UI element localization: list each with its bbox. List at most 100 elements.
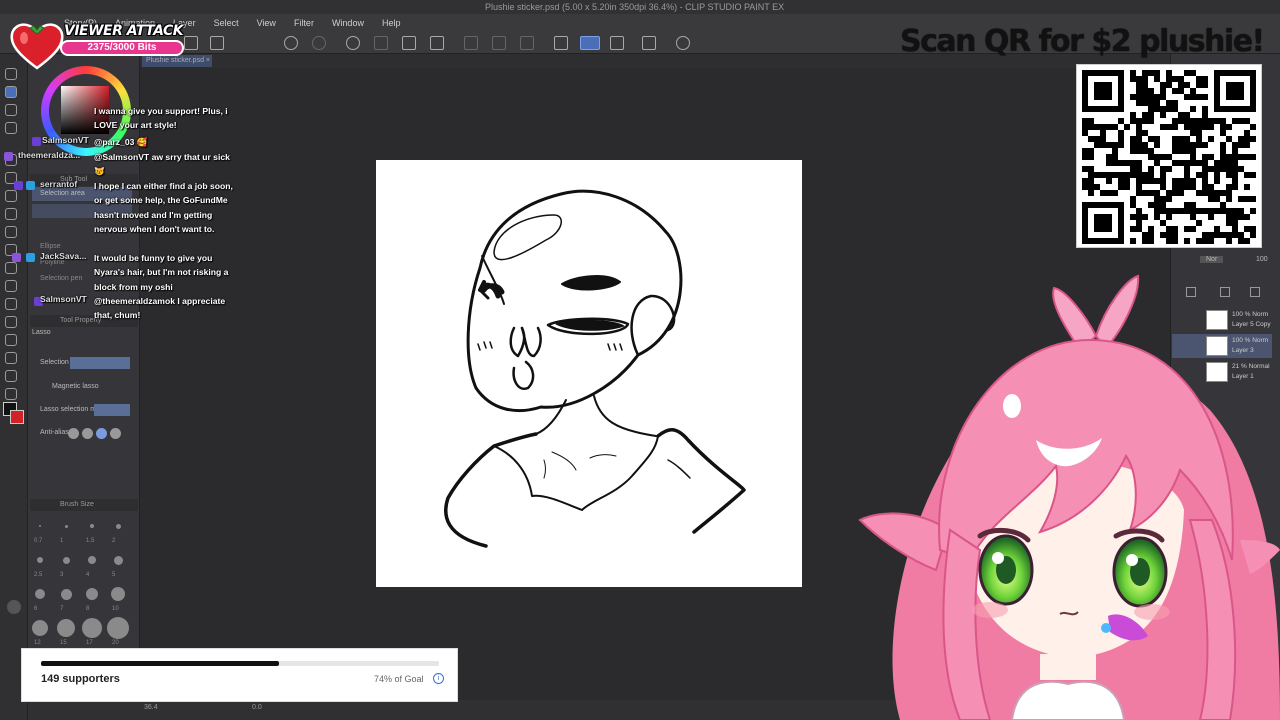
layer-blend-row[interactable]: Nor 100 bbox=[1172, 252, 1278, 268]
viewer-attack-widget: VIEWER ATTACK 2375/3000 Bits bbox=[8, 18, 190, 70]
clear-icon[interactable] bbox=[346, 36, 360, 50]
window-title: Plushie sticker.psd (5.00 x 5.20in 350dp… bbox=[485, 2, 785, 12]
right-toolbar bbox=[1270, 140, 1280, 250]
lasso-mode-buttons[interactable] bbox=[94, 404, 130, 416]
qr-title: Scan QR for $2 plushie! bbox=[900, 24, 1265, 59]
drawing-canvas[interactable] bbox=[376, 160, 802, 587]
chat-message: @SalmsonVT aw srry that ur sick 😿 bbox=[94, 152, 230, 177]
lasso-icon[interactable] bbox=[5, 86, 17, 98]
sub-color-swatch[interactable] bbox=[10, 410, 24, 424]
info-icon[interactable]: i bbox=[433, 673, 444, 684]
chat-badge-icon bbox=[4, 152, 13, 161]
opacity-value[interactable]: 100 bbox=[1256, 256, 1268, 263]
brush-size-swatch[interactable] bbox=[64, 524, 68, 528]
correct-line-icon[interactable] bbox=[5, 334, 17, 346]
brush-size-label: 3 bbox=[60, 572, 64, 578]
avatar-illustration bbox=[858, 274, 1280, 720]
chat-message: I wanna give you support! Plus, i LOVE y… bbox=[94, 106, 228, 131]
brush-size-swatch[interactable] bbox=[88, 556, 96, 564]
screen: Plushie sticker.psd (5.00 x 5.20in 350dp… bbox=[0, 0, 1280, 720]
brush-size-swatch[interactable] bbox=[60, 588, 72, 600]
vtuber-avatar bbox=[840, 270, 1280, 720]
brush-size-label: 2 bbox=[112, 538, 116, 544]
blend-mode-select[interactable]: Nor bbox=[1200, 256, 1224, 263]
angle-readout[interactable]: 0.0 bbox=[252, 704, 262, 711]
brush-size-label: 17 bbox=[86, 640, 93, 646]
chat-message: @theemeraldzamok I appreciate that, chum… bbox=[94, 296, 226, 321]
crop-icon[interactable] bbox=[430, 36, 444, 50]
brush-size-swatch[interactable] bbox=[32, 620, 48, 636]
brush-size-swatch[interactable] bbox=[113, 555, 123, 565]
chat-message: I hope I can either find a job soon, or … bbox=[94, 181, 233, 234]
brush-size-label: 15 bbox=[60, 640, 67, 646]
brush-size-label: 5 bbox=[112, 572, 116, 578]
chat-message: It would be funny to give you Nyara's ha… bbox=[94, 253, 229, 292]
scroll-knob[interactable] bbox=[7, 600, 21, 614]
invert-selection-icon[interactable] bbox=[492, 36, 506, 50]
chat-badge-icon bbox=[26, 181, 35, 190]
goal-progress-bar bbox=[41, 661, 439, 666]
brush-size-swatch[interactable] bbox=[57, 619, 75, 637]
qr-code[interactable] bbox=[1076, 64, 1262, 248]
chat-username: SalmsonVT bbox=[40, 294, 87, 304]
menu-select[interactable]: Select bbox=[214, 18, 239, 28]
lasso-tool-icon[interactable] bbox=[580, 36, 600, 50]
chat-overlay: I wanna give you support! Plus, i LOVE y… bbox=[0, 104, 240, 334]
brush-size-swatch[interactable] bbox=[111, 587, 125, 601]
brush-size-label: 8 bbox=[86, 606, 90, 612]
chat-badge-icon bbox=[12, 253, 21, 262]
brush-size-swatch[interactable] bbox=[90, 524, 94, 528]
donation-goal-widget: 149 supporters 74% of Goal i bbox=[21, 648, 458, 702]
chat-username: theemeraldza... bbox=[18, 150, 81, 160]
menu-view[interactable]: View bbox=[257, 18, 276, 28]
brush-size-label: 6 bbox=[34, 606, 38, 612]
move-icon[interactable] bbox=[5, 370, 17, 382]
bits-progress-bar: 2375/3000 Bits bbox=[60, 40, 184, 56]
undo-icon[interactable] bbox=[284, 36, 298, 50]
qr-code-image bbox=[1082, 70, 1256, 244]
chat-message: @parz_03 🥰 bbox=[94, 137, 148, 147]
goal-progress-fill bbox=[41, 661, 280, 666]
document-icon[interactable] bbox=[642, 36, 656, 50]
menu-help[interactable]: Help bbox=[382, 18, 401, 28]
chat-badge-icon bbox=[14, 181, 23, 190]
open-icon[interactable] bbox=[210, 36, 224, 50]
brush-size-swatch[interactable] bbox=[62, 556, 70, 564]
menu-filter[interactable]: Filter bbox=[294, 18, 314, 28]
brush-icon[interactable] bbox=[610, 36, 624, 50]
menu-window[interactable]: Window bbox=[332, 18, 364, 28]
brush-size-label: 12 bbox=[34, 640, 41, 646]
operation-icon[interactable] bbox=[5, 352, 17, 364]
redo-icon[interactable] bbox=[312, 36, 326, 50]
chat-badge-icon bbox=[26, 253, 35, 262]
deselect-icon[interactable] bbox=[464, 36, 478, 50]
brush-size-swatch[interactable] bbox=[86, 588, 98, 600]
brush-size-swatch[interactable] bbox=[39, 525, 41, 527]
viewer-attack-title: VIEWER ATTACK bbox=[64, 23, 184, 39]
brush-size-swatch[interactable] bbox=[107, 617, 129, 639]
brush-size-label: 1 bbox=[60, 538, 64, 544]
brush-size-swatch[interactable] bbox=[35, 589, 45, 599]
sketch-drawing bbox=[444, 189, 746, 548]
chat-username: JackSava... bbox=[40, 251, 87, 261]
transform-icon[interactable] bbox=[374, 36, 388, 50]
help-icon[interactable] bbox=[676, 36, 690, 50]
brush-size-label: 10 bbox=[112, 606, 119, 612]
selection-icon[interactable] bbox=[520, 36, 534, 50]
brush-size-header: Brush Size bbox=[30, 499, 138, 511]
pen-icon[interactable] bbox=[554, 36, 568, 50]
supporters-count: 149 supporters bbox=[41, 673, 120, 685]
brush-size-swatch[interactable] bbox=[37, 557, 43, 563]
brush-size-label: 20 bbox=[112, 640, 119, 646]
magnetic-lasso-checkbox[interactable]: Magnetic lasso bbox=[32, 380, 132, 394]
brush-size-label: 1.5 bbox=[86, 538, 95, 544]
selection-mode-buttons[interactable] bbox=[70, 357, 130, 369]
fill-icon[interactable] bbox=[402, 36, 416, 50]
brush-size-swatch[interactable] bbox=[115, 523, 121, 529]
anti-alias-options[interactable] bbox=[68, 428, 130, 440]
chat-badge-icon bbox=[32, 137, 41, 146]
zoom-readout[interactable]: 36.4 bbox=[144, 704, 158, 711]
brush-size-swatch[interactable] bbox=[82, 618, 102, 638]
dropper-icon[interactable] bbox=[5, 388, 17, 400]
chat-username: serrantof bbox=[40, 179, 78, 189]
